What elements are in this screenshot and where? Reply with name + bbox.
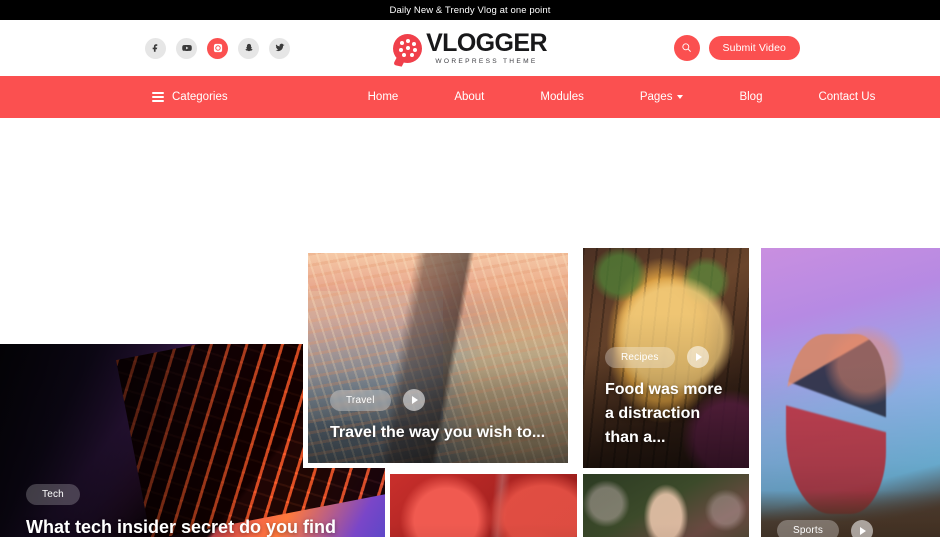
main-navigation: Categories Home About Modules Pages Blog…	[0, 76, 940, 118]
search-icon	[681, 41, 692, 56]
social-link-youtube[interactable]	[176, 37, 197, 59]
featured-card-travel[interactable]: Travel Travel the way you wish to...	[303, 248, 573, 468]
header-actions: Submit Video	[673, 35, 800, 61]
travel-content: Travel Travel the way you wish to...	[308, 389, 568, 463]
recipes-title: Food was more a distraction than a...	[605, 381, 723, 446]
featured-card-fashion[interactable]: Fashion If she had cared about fashion, …	[583, 474, 749, 537]
category-badge-sports[interactable]: Sports	[777, 520, 840, 537]
social-link-facebook[interactable]	[145, 37, 166, 59]
nav-item-home[interactable]: Home	[340, 76, 427, 118]
categories-label: Categories	[172, 91, 228, 103]
play-button-recipes[interactable]	[686, 346, 709, 368]
play-button-sports[interactable]	[851, 519, 874, 537]
nav-item-modules[interactable]: Modules	[512, 76, 611, 118]
chevron-down-icon	[677, 95, 684, 99]
fashion-overlay	[583, 474, 749, 537]
announcement-text: Daily New & Trendy Vlog at one point	[389, 4, 551, 16]
game-overlay	[390, 474, 577, 537]
nav-item-pages[interactable]: Pages	[612, 76, 712, 118]
categories-menu-button[interactable]: Categories	[152, 91, 228, 103]
facebook-icon	[151, 43, 161, 53]
nav-item-blog[interactable]: Blog	[711, 76, 790, 118]
featured-card-game[interactable]: Game Yes, there is art on Y...	[390, 474, 577, 537]
social-link-instagram[interactable]	[207, 37, 228, 59]
featured-card-sports[interactable]: Sports 2018 fifa world cup official them…	[761, 248, 940, 537]
vlogger-film-bubble-icon	[392, 33, 423, 67]
featured-posts-grid: Tech What tech insider secret do you fin…	[0, 118, 940, 537]
category-badge-travel[interactable]: Travel	[330, 389, 391, 411]
logo-tagline: WOREPRESS THEME	[435, 57, 538, 65]
travel-title: Travel the way you wish to...	[330, 424, 546, 441]
site-logo[interactable]: VLOGGER WOREPRESS THEME	[392, 28, 548, 67]
recipes-content: Recipes Food was more a distraction than…	[583, 346, 749, 468]
sports-content: Sports 2018 fifa world cup official them…	[761, 519, 940, 537]
hero-content: Tech What tech insider secret do you fin…	[0, 483, 385, 537]
logo-wordmark: VLOGGER	[426, 28, 547, 57]
instagram-icon	[213, 43, 223, 53]
sports-overlay	[761, 248, 940, 537]
category-badge-tech[interactable]: Tech	[26, 483, 80, 505]
travel-meta: Travel	[330, 389, 546, 411]
announcement-bar: Daily New & Trendy Vlog at one point	[0, 0, 940, 20]
twitter-icon	[274, 43, 285, 53]
featured-card-recipes[interactable]: Recipes Food was more a distraction than…	[583, 248, 749, 468]
recipes-meta: Recipes	[605, 346, 727, 368]
search-button[interactable]	[673, 35, 700, 61]
social-link-snapchat[interactable]	[238, 37, 259, 59]
category-badge-recipes[interactable]: Recipes	[605, 346, 675, 368]
sports-meta: Sports	[777, 519, 924, 537]
youtube-icon	[181, 43, 192, 53]
hero-title: What tech insider secret do you find mos…	[26, 516, 337, 537]
social-link-twitter[interactable]	[269, 37, 290, 59]
submit-video-button[interactable]: Submit Video	[708, 36, 800, 60]
hamburger-icon	[152, 92, 164, 102]
hero-meta: Tech	[26, 483, 359, 505]
social-links	[145, 37, 290, 59]
snapchat-icon	[244, 43, 254, 53]
nav-item-contact-us[interactable]: Contact Us	[790, 76, 903, 118]
nav-item-about[interactable]: About	[426, 76, 512, 118]
nav-menu: Home About Modules Pages Blog Contact Us	[340, 76, 904, 118]
play-button-travel[interactable]	[402, 389, 425, 411]
site-header: VLOGGER WOREPRESS THEME Submit Video	[0, 20, 940, 76]
